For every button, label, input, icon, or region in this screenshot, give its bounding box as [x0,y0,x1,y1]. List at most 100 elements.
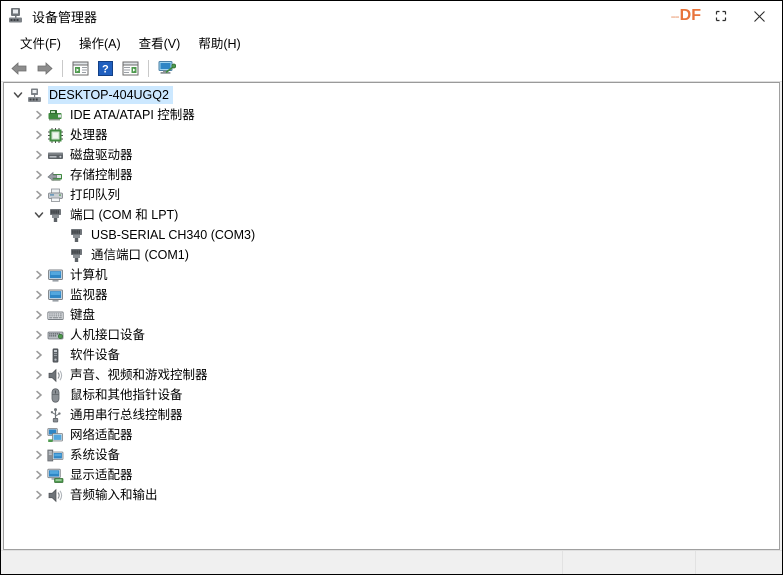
properties-button[interactable] [118,57,142,79]
menu-bar: 文件(F) 操作(A) 查看(V) 帮助(H) [1,31,782,55]
back-button[interactable] [7,57,31,79]
svg-text:?: ? [102,63,109,75]
display-adapter-icon [47,467,64,484]
hid-icon [47,327,64,344]
tree-row-storage-controllers[interactable]: 存储控制器 [4,165,779,185]
ide-controller-icon [47,107,64,124]
tree-row-print-queues[interactable]: 打印队列 [4,185,779,205]
chevron-right-icon[interactable] [31,305,47,325]
scan-hardware-changes-button[interactable] [154,57,178,79]
tree-row-ide-controller[interactable]: IDE ATA/ATAPI 控制器 [4,105,779,125]
forward-button[interactable] [32,57,56,79]
toolbar: ? [1,55,782,82]
tree-row-monitors[interactable]: 监视器 [4,285,779,305]
tree-row-label: 处理器 [70,128,108,142]
menu-file[interactable]: 文件(F) [11,31,70,55]
tree-row-computer[interactable]: 计算机 [4,265,779,285]
tree-row-processor[interactable]: 处理器 [4,125,779,145]
toolbar-separator [62,59,63,77]
chevron-right-icon[interactable] [31,425,47,445]
chevron-right-icon[interactable] [31,165,47,185]
status-bar-main-cell [1,551,563,574]
title-bar: 设备管理器 -- DF [1,1,782,31]
help-button[interactable]: ? [93,57,117,79]
maximize-icon [715,10,727,22]
tree-row-label: 通信端口 (COM1) [91,248,189,262]
tree-row-label: 计算机 [70,268,108,282]
forward-arrow-icon [37,61,53,75]
tree-row-hid[interactable]: 人机接口设备 [4,325,779,345]
chevron-right-icon[interactable] [31,105,47,125]
tree-row-label: USB-SERIAL CH340 (COM3) [91,228,256,242]
tree-root-label: DESKTOP-404UGQ2 [49,88,169,102]
chevron-right-icon[interactable] [31,325,47,345]
watermark-dash: -- [670,7,680,25]
chevron-right-icon[interactable] [31,385,47,405]
properties-icon [122,61,138,75]
menu-action[interactable]: 操作(A) [70,31,130,55]
maximize-button[interactable] [705,1,737,31]
chevron-down-icon[interactable] [31,205,47,225]
chevron-right-icon[interactable] [31,125,47,145]
watermark-text: DF [679,7,701,24]
monitor-icon [47,267,64,284]
port-icon [68,227,85,244]
close-button[interactable] [737,1,782,31]
mouse-icon [47,387,64,404]
chevron-right-icon[interactable] [31,465,47,485]
tree-row-label: 音频输入和输出 [70,488,158,502]
tree-row-disk-drives[interactable]: 磁盘驱动器 [4,145,779,165]
chevron-right-icon[interactable] [31,145,47,165]
chevron-right-icon[interactable] [31,285,47,305]
tree-row-label: 网络适配器 [70,428,133,442]
tree-row-label: 打印队列 [70,188,121,202]
system-device-icon [47,447,64,464]
toolbar-separator-2 [148,59,149,77]
tree-row-communications-port[interactable]: 通信端口 (COM1) [4,245,779,265]
device-tree[interactable]: DESKTOP-404UGQ2 IDE ATA/ATAPI 控制器 处理器 磁盘… [3,82,780,550]
chevron-right-icon[interactable] [31,485,47,505]
tree-row-mice[interactable]: 鼠标和其他指针设备 [4,385,779,405]
usb-icon [47,407,64,424]
tree-row-usb-controllers[interactable]: 通用串行总线控制器 [4,405,779,425]
chevron-right-icon[interactable] [31,345,47,365]
tree-row-label: 通用串行总线控制器 [70,408,183,422]
chevron-right-icon[interactable] [31,365,47,385]
tree-row-keyboards[interactable]: 键盘 [4,305,779,325]
status-bar-cell-c [696,551,782,574]
chevron-right-icon[interactable] [31,185,47,205]
chevron-right-icon[interactable] [31,265,47,285]
port-icon [47,207,64,224]
menu-view[interactable]: 查看(V) [130,31,190,55]
device-manager-window: 设备管理器 -- DF 文件(F) 操作(A) 查看(V) 帮助(H) ? DE… [0,0,783,575]
tree-row-label: 监视器 [70,288,108,302]
chevron-down-icon[interactable] [10,85,26,105]
window-title: 设备管理器 [32,9,98,25]
computer-node-icon [26,87,43,104]
tree-row-label: 软件设备 [70,348,121,362]
tree-row-label: 声音、视频和游戏控制器 [70,368,208,382]
show-hide-console-tree-button[interactable] [68,57,92,79]
tree-row-label: 人机接口设备 [70,328,146,342]
chevron-right-icon[interactable] [31,445,47,465]
help-icon: ? [97,60,113,76]
speaker-icon [47,487,64,504]
show-hide-console-tree-icon [72,61,88,75]
tree-row-display-adapters[interactable]: 显示适配器 [4,465,779,485]
menu-help[interactable]: 帮助(H) [189,31,249,55]
tree-row-system-devices[interactable]: 系统设备 [4,445,779,465]
tree-row-ports[interactable]: 端口 (COM 和 LPT) [4,205,779,225]
tree-row-label: 存储控制器 [70,168,133,182]
content-area: DESKTOP-404UGQ2 IDE ATA/ATAPI 控制器 处理器 磁盘… [1,82,782,550]
chevron-right-icon[interactable] [31,405,47,425]
tree-row-usb-serial-ch340[interactable]: USB-SERIAL CH340 (COM3) [4,225,779,245]
port-icon [68,247,85,264]
tree-row-label: 磁盘驱动器 [70,148,133,162]
tree-row-network-adapters[interactable]: 网络适配器 [4,425,779,445]
tree-row-audio-inputs-outputs[interactable]: 音频输入和输出 [4,485,779,505]
tree-row-sound-video-game-controllers[interactable]: 声音、视频和游戏控制器 [4,365,779,385]
tree-row-software-devices[interactable]: 软件设备 [4,345,779,365]
scan-hardware-changes-icon [158,61,176,74]
tree-root-row[interactable]: DESKTOP-404UGQ2 [4,85,779,105]
processor-icon [47,127,64,144]
